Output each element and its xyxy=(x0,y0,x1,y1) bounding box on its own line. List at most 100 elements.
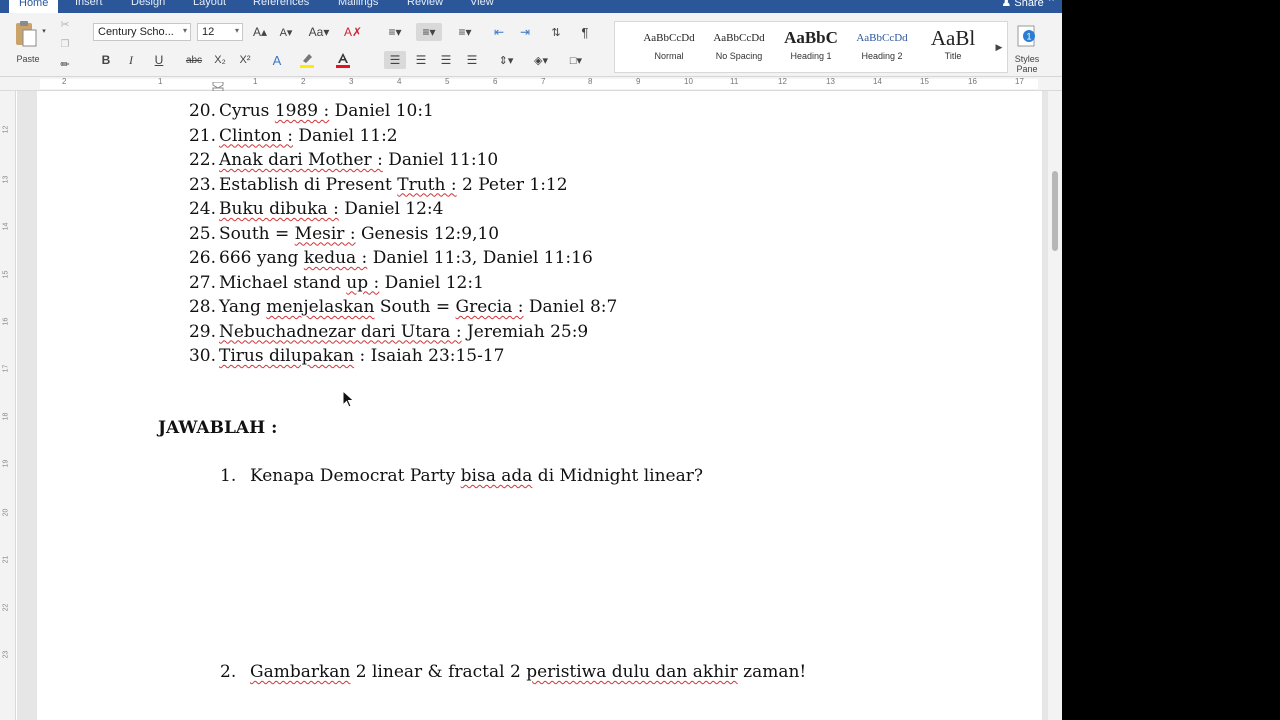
title-bar: Home Insert Design Layout References Mai… xyxy=(0,0,1062,13)
tab-home[interactable]: Home xyxy=(9,0,59,13)
collapse-ribbon-icon[interactable]: ⌃ xyxy=(1047,0,1056,9)
vruler-mark: 13 xyxy=(2,175,10,184)
list-item[interactable]: 30. Tirus dilupakan : Isaiah 23:15-17 xyxy=(189,346,505,366)
text-run: 2 linear & fractal 2 xyxy=(350,662,527,682)
list-number: 28. xyxy=(188,297,216,317)
pilcrow-icon[interactable]: ¶ xyxy=(576,23,594,41)
style-normal[interactable]: AaBbCcDd Normal xyxy=(637,25,701,71)
subscript-button[interactable]: X₂ xyxy=(210,51,230,69)
decrease-indent-icon[interactable]: ⇤ xyxy=(488,23,510,41)
text-run: Kenapa Democrat Party xyxy=(250,466,461,486)
change-case-icon[interactable]: Aa▾ xyxy=(306,23,332,41)
text-run: 666 yang xyxy=(219,248,304,268)
highlight-color-button[interactable] xyxy=(296,51,318,69)
line-spacing-icon[interactable]: ⇕▾ xyxy=(492,51,520,69)
align-center-button[interactable]: ☰ xyxy=(410,51,432,69)
format-painter-icon[interactable]: ✏ xyxy=(58,57,72,71)
share-label: Share xyxy=(1014,0,1044,9)
style-heading-2[interactable]: AaBbCcDd Heading 2 xyxy=(850,25,914,71)
list-item[interactable]: 20. Cyrus 1989 : Daniel 10:1 xyxy=(189,101,434,121)
italic-button[interactable]: I xyxy=(122,51,140,69)
list-item[interactable]: 27. Michael stand up : Daniel 12:1 xyxy=(189,272,484,293)
tab-design[interactable]: Design xyxy=(131,0,165,8)
list-item[interactable]: 23. Establish di Present Truth : 2 Peter … xyxy=(189,175,568,195)
bold-button[interactable]: B xyxy=(97,51,115,69)
strikethrough-button[interactable]: abc xyxy=(183,51,205,69)
vruler-mark: 17 xyxy=(2,364,10,373)
clear-formatting-icon[interactable]: A✗ xyxy=(342,23,364,41)
style-heading-1[interactable]: AaBbC Heading 1 xyxy=(779,25,843,71)
ruler-mark: 1 xyxy=(253,77,258,86)
flagged-text: Nebuchadnezar dari Utara : xyxy=(219,321,462,342)
document-body[interactable]: 20. Cyrus 1989 : Daniel 10:1 21. Clinton : … xyxy=(37,91,1042,720)
tab-insert[interactable]: Insert xyxy=(75,0,103,8)
question-item[interactable]: 2. Gambarkan 2 linear & fractal 2 peristi… xyxy=(220,662,806,682)
text-run: Daniel 12:1 xyxy=(379,272,484,293)
list-item[interactable]: 29. Nebuchadnezar dari Utara : Jeremiah 2… xyxy=(189,321,588,342)
share-button[interactable]: ♟ Share ⌃ xyxy=(1001,0,1056,9)
document-page[interactable]: 20. Cyrus 1989 : Daniel 10:1 21. Clinton : … xyxy=(37,91,1042,720)
flagged-text: Grecia : xyxy=(455,297,524,317)
bullets-icon[interactable]: ≡▾ xyxy=(382,23,408,41)
svg-text:1: 1 xyxy=(1026,32,1031,42)
ruler-mark: 6 xyxy=(493,77,498,86)
sort-icon[interactable]: ⇅ xyxy=(546,23,566,41)
tab-mailings[interactable]: Mailings xyxy=(338,0,378,8)
superscript-button[interactable]: X² xyxy=(235,51,255,69)
ruler-mark: 11 xyxy=(730,77,739,86)
multilevel-list-icon[interactable]: ≡▾ xyxy=(452,23,478,41)
gallery-next-icon[interactable]: ▶ xyxy=(993,40,1005,54)
list-item[interactable]: 24. Buku dibuka : Daniel 12:4 xyxy=(189,199,444,219)
align-right-button[interactable]: ☰ xyxy=(435,51,457,69)
font-name-dropdown[interactable]: Century Scho... ▾ xyxy=(93,23,191,41)
text-effects-icon[interactable]: A xyxy=(266,51,288,69)
vruler-mark: 23 xyxy=(2,650,10,659)
tab-references[interactable]: References xyxy=(253,0,309,8)
justify-button[interactable]: ☰ xyxy=(461,51,483,69)
text-run: Yang xyxy=(219,297,267,317)
grow-font-icon[interactable]: A▴ xyxy=(250,23,270,41)
chevron-down-icon: ▾ xyxy=(182,26,187,35)
cut-icon[interactable]: ✂ xyxy=(58,17,72,31)
vertical-scrollbar[interactable] xyxy=(1048,91,1062,720)
mouse-pointer-icon xyxy=(342,390,355,408)
list-item[interactable]: 22. Anak dari Mother : Daniel 11:10 xyxy=(189,150,498,170)
vruler-mark: 18 xyxy=(2,412,10,421)
font-size-dropdown[interactable]: 12 ▾ xyxy=(197,23,243,41)
copy-icon[interactable]: ❐ xyxy=(58,37,72,51)
align-left-button[interactable]: ☰ xyxy=(384,51,406,69)
ruler-mark: 8 xyxy=(588,77,593,86)
underline-button[interactable]: U xyxy=(147,51,171,69)
style-sample: AaBbCcDd xyxy=(713,32,765,44)
style-title[interactable]: AaBl Title xyxy=(921,25,985,71)
tab-layout[interactable]: Layout xyxy=(193,0,226,8)
shrink-font-icon[interactable]: A▾ xyxy=(276,23,296,41)
paste-options-caret-icon[interactable]: ▾ xyxy=(40,27,48,35)
tab-view[interactable]: View xyxy=(470,0,494,8)
font-color-button[interactable] xyxy=(332,51,354,69)
list-number: 20. xyxy=(188,101,216,121)
numbering-icon[interactable]: ≡▾ xyxy=(416,23,442,41)
paste-button[interactable] xyxy=(8,17,44,51)
list-item[interactable]: 28. Yang menjelaskan South = Grecia : Dan… xyxy=(189,297,617,317)
scrollbar-thumb[interactable] xyxy=(1052,171,1058,251)
tab-review[interactable]: Review xyxy=(407,0,443,8)
horizontal-ruler[interactable]: 2 1 1 2 3 4 5 6 7 8 9 10 11 12 13 14 15 … xyxy=(0,77,1062,92)
style-no-spacing[interactable]: AaBbCcDd No Spacing xyxy=(707,25,771,71)
flagged-text: peristiwa dulu dan akhir xyxy=(526,662,738,682)
list-number: 24. xyxy=(188,199,216,219)
list-item[interactable]: 26. 666 yang kedua : Daniel 11:3, Daniel … xyxy=(189,248,593,268)
shading-icon[interactable]: ◈▾ xyxy=(528,51,554,69)
flagged-text: menjelaskan xyxy=(266,297,375,317)
list-item[interactable]: 25. South = Mesir : Genesis 12:9,10 xyxy=(189,224,499,244)
list-number: 21. xyxy=(188,125,216,146)
style-name: Heading 2 xyxy=(861,51,903,61)
borders-icon[interactable]: □▾ xyxy=(562,51,590,69)
list-item[interactable]: 21. Clinton : Daniel 11:2 xyxy=(189,126,398,146)
question-item[interactable]: 1. Kenapa Democrat Party bisa ada di Midn… xyxy=(220,466,703,486)
increase-indent-icon[interactable]: ⇥ xyxy=(514,23,536,41)
vertical-ruler[interactable]: 12 13 14 15 16 17 18 19 20 21 22 23 xyxy=(0,91,16,720)
ruler-mark: 7 xyxy=(541,77,546,86)
styles-pane-button[interactable]: 1 xyxy=(1012,23,1042,49)
vruler-mark: 12 xyxy=(2,125,10,134)
